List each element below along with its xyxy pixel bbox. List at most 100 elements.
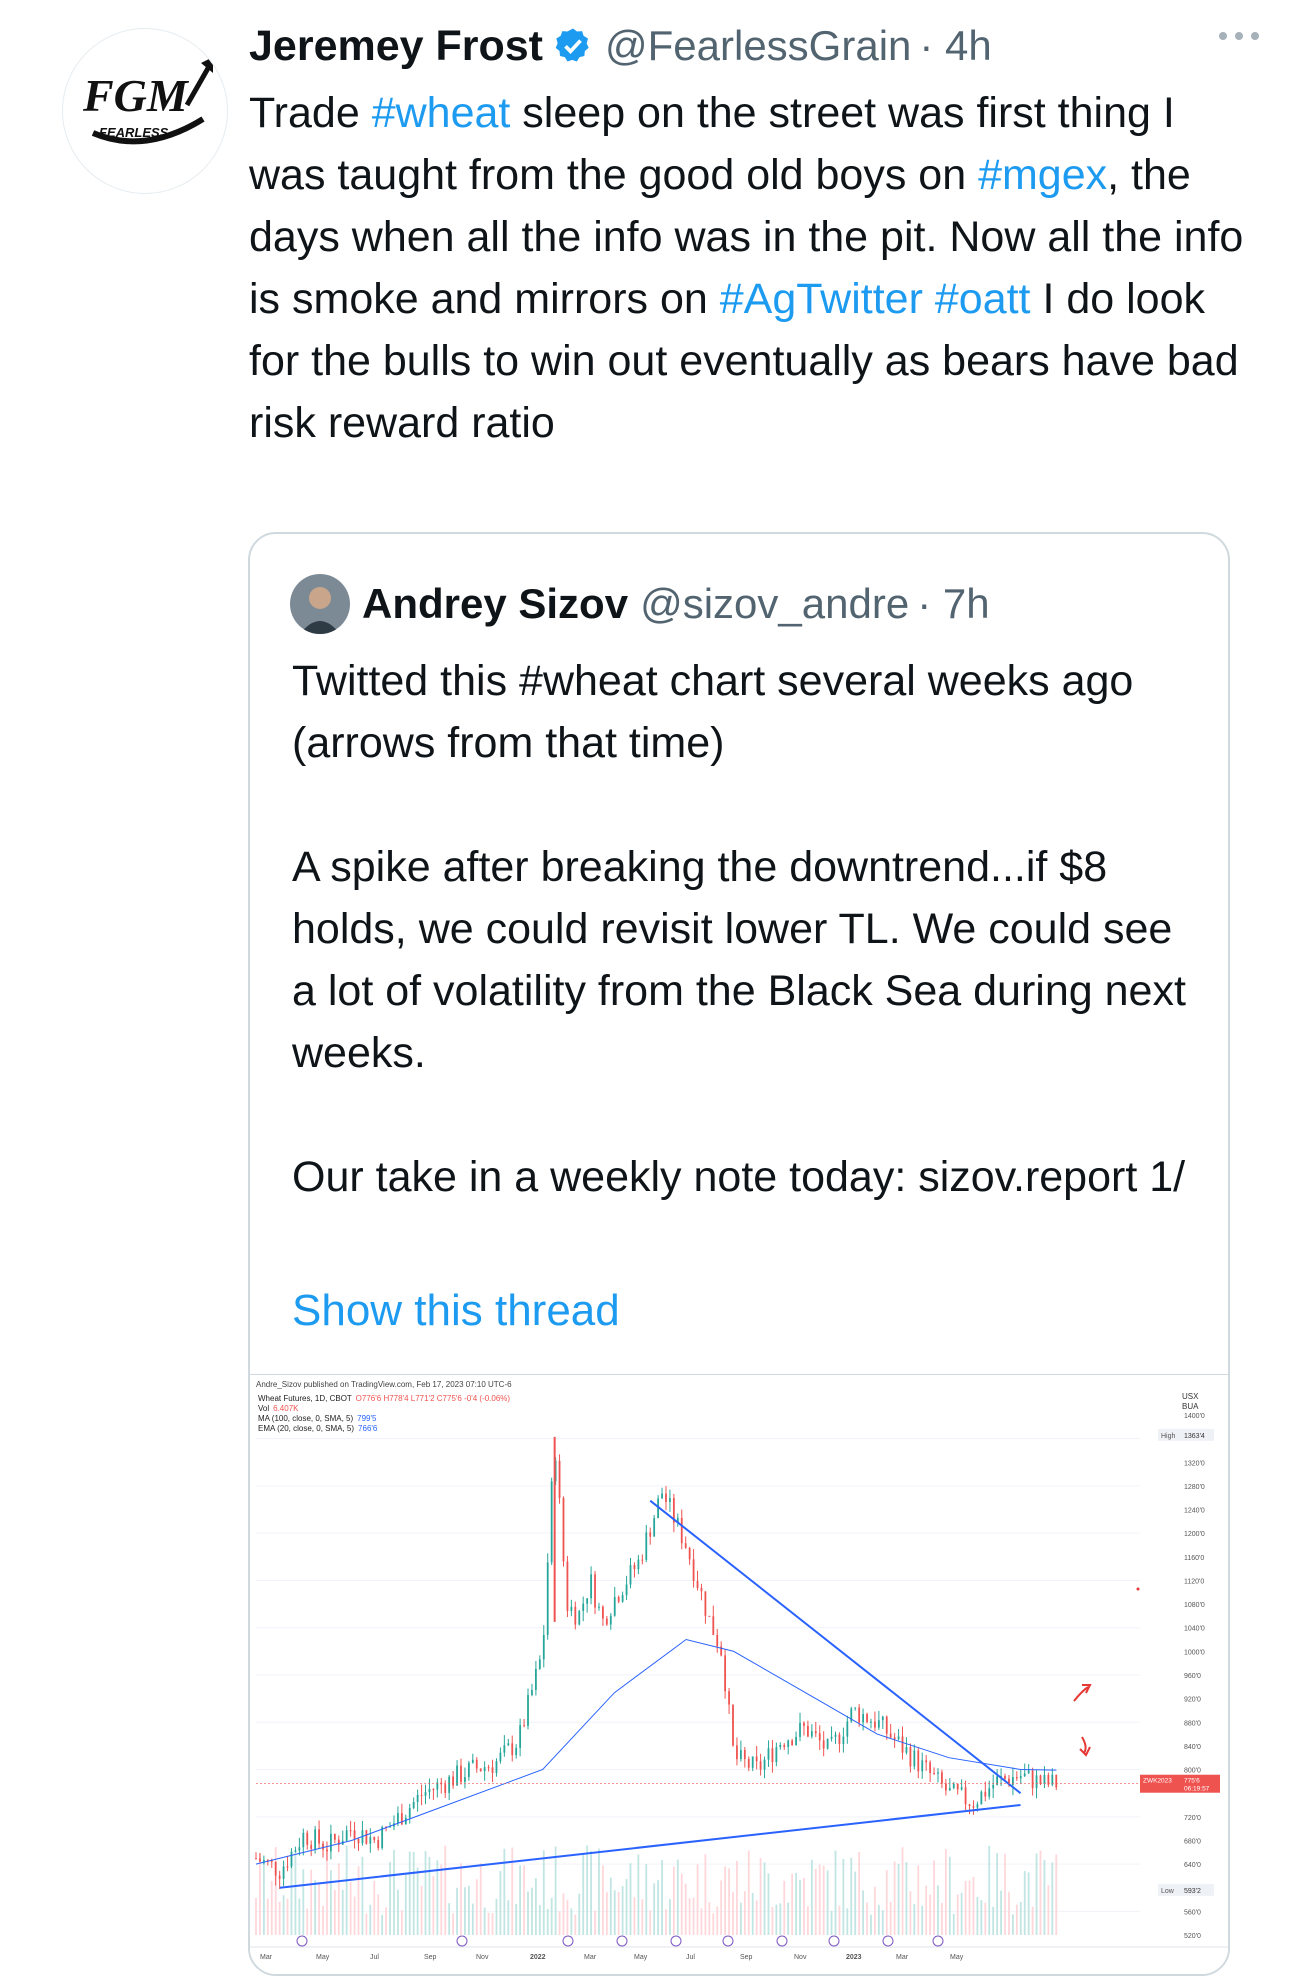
volume-bar — [385, 1907, 387, 1935]
candle-body — [353, 1830, 356, 1839]
volume-bar — [444, 1845, 447, 1935]
more-options-icon[interactable] — [1216, 24, 1262, 48]
volume-bar — [956, 1894, 959, 1935]
time-tick-label: Jul — [370, 1954, 379, 1961]
volume-bar — [534, 1878, 537, 1935]
volume-bar — [720, 1880, 723, 1935]
volume-bar — [420, 1885, 423, 1935]
volume-bar — [609, 1877, 612, 1935]
candle-body — [818, 1733, 821, 1741]
volume-bar — [657, 1880, 660, 1935]
volume-bar — [523, 1865, 525, 1935]
candle-body — [771, 1748, 774, 1763]
time-tick-label: May — [950, 1954, 964, 1961]
logo-text-fgm: FGM — [82, 70, 190, 121]
volume-bar — [929, 1894, 932, 1935]
tweet-text: Trade #wheat sleep on the street was fir… — [249, 82, 1249, 454]
volume-bar — [416, 1867, 419, 1935]
candle-body — [917, 1750, 920, 1772]
candle-body — [637, 1559, 640, 1570]
volume-bar — [515, 1903, 518, 1935]
volume-bar — [519, 1865, 522, 1935]
candle-body — [617, 1596, 620, 1602]
volume-bar — [933, 1860, 935, 1935]
volume-bar — [365, 1913, 368, 1935]
volume-bar — [511, 1847, 514, 1935]
volume-bar — [1004, 1853, 1006, 1935]
candle-body — [598, 1606, 600, 1608]
candle-body — [783, 1744, 786, 1748]
hashtag-wheat[interactable]: #wheat — [372, 89, 511, 137]
volume-bar — [586, 1845, 589, 1935]
volume-bar — [574, 1914, 577, 1935]
volume-bar — [783, 1880, 786, 1935]
tweet-time[interactable]: · 4h — [919, 22, 991, 70]
event-marker-icon — [296, 1935, 308, 1947]
hashtag-agtwitter[interactable]: #AgTwitter — [720, 275, 923, 323]
show-thread-link[interactable]: Show this thread — [292, 1286, 620, 1336]
volume-bar — [818, 1864, 821, 1935]
quoted-author-avatar[interactable] — [290, 574, 350, 634]
candle-body — [357, 1838, 360, 1844]
volume-bar — [1027, 1872, 1030, 1935]
candle-body — [1027, 1770, 1030, 1774]
chart-legend-ema: EMA (20, close, 0, SMA, 5) 766'6 — [258, 1424, 378, 1433]
volume-bar — [858, 1851, 861, 1935]
price-tick-label: 1400'0 — [1184, 1413, 1205, 1420]
hashtag-oatt[interactable]: #oatt — [935, 275, 1031, 323]
candle-body — [739, 1750, 742, 1760]
hashtag-mgex[interactable]: #mgex — [978, 151, 1107, 199]
low-label: Low — [1161, 1888, 1175, 1895]
volume-bar — [448, 1903, 451, 1935]
volume-bar — [594, 1910, 596, 1935]
candle-body — [408, 1807, 411, 1818]
candle-body — [728, 1691, 730, 1705]
quoted-tweet[interactable]: Andrey Sizov @sizov_andre · 7h Twitted t… — [248, 532, 1230, 1976]
candle-body — [712, 1616, 715, 1635]
candle-body — [290, 1851, 293, 1867]
candle-body — [661, 1493, 663, 1499]
volume-bar — [471, 1903, 474, 1935]
candle-body — [751, 1756, 754, 1768]
volume-bar — [791, 1873, 794, 1935]
candle-body — [373, 1837, 376, 1841]
candle-body — [515, 1747, 518, 1756]
candle-body — [649, 1532, 652, 1537]
quoted-author-name[interactable]: Andrey Sizov — [362, 580, 628, 628]
candle-body — [511, 1743, 514, 1756]
chart-image[interactable]: Andre_Sizov published on TradingView.com… — [250, 1374, 1228, 1974]
volume-bar — [1015, 1904, 1018, 1935]
quoted-author-handle[interactable]: @sizov_andre — [640, 580, 909, 628]
volume-bar — [661, 1859, 663, 1935]
time-tick-label: May — [316, 1954, 330, 1961]
volume-bar — [1047, 1885, 1050, 1935]
volume-bar — [397, 1889, 399, 1935]
author-handle[interactable]: @FearlessGrain — [605, 22, 911, 70]
candle-body — [602, 1606, 604, 1619]
candle-body — [558, 1460, 561, 1498]
author-name[interactable]: Jeremey Frost — [249, 22, 543, 71]
candle-body — [716, 1634, 719, 1647]
candle-body — [542, 1634, 545, 1660]
quoted-tweet-time[interactable]: · 7h — [917, 580, 989, 628]
volume-bar — [992, 1906, 995, 1935]
candle-body — [479, 1768, 482, 1772]
volume-bar — [353, 1896, 356, 1935]
candle-body — [929, 1762, 932, 1774]
volume-bar — [645, 1864, 648, 1935]
candle-body — [574, 1606, 577, 1625]
candle-body — [531, 1689, 533, 1695]
volume-bar — [1008, 1891, 1010, 1935]
volume-bar — [696, 1864, 699, 1935]
candle-body — [866, 1714, 868, 1723]
candle-body — [503, 1745, 506, 1753]
volume-bar — [708, 1902, 711, 1935]
candle-body — [688, 1547, 691, 1560]
candle-body — [905, 1747, 908, 1753]
candle-body — [948, 1788, 951, 1791]
volume-bar — [546, 1908, 549, 1935]
event-marker-icon — [562, 1935, 574, 1947]
volume-bar — [842, 1858, 845, 1935]
author-avatar[interactable]: FGM FEARLESS — [62, 28, 228, 194]
price-tick-label: 1280'0 — [1184, 1484, 1205, 1491]
